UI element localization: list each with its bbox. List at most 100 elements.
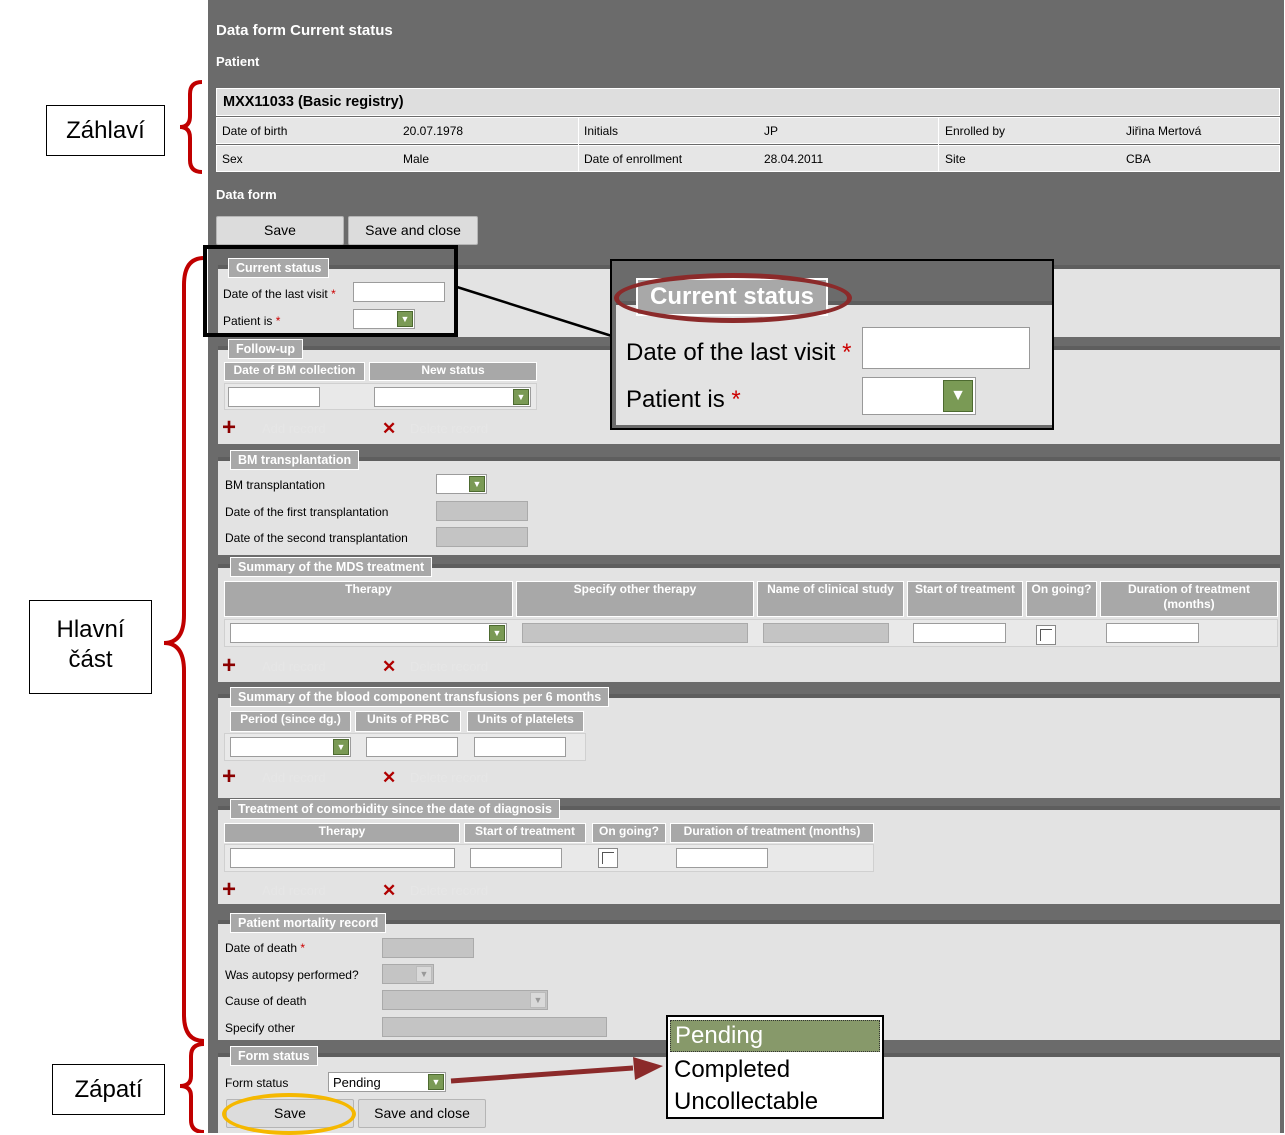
initials-value: JP (764, 124, 779, 138)
zoom-legend-ellipse (614, 273, 852, 323)
col-divider (938, 117, 939, 172)
form-status-select[interactable]: Pending ▼ (328, 1072, 446, 1092)
mortality-legend: Patient mortality record (230, 913, 387, 933)
prbc-units-input[interactable] (366, 737, 458, 757)
blood-legend: Summary of the blood component transfusi… (230, 687, 610, 707)
add-record-link[interactable]: Add record (262, 883, 326, 898)
chevron-down-icon: ▼ (469, 476, 485, 492)
first-transplant-date-input[interactable] (436, 501, 528, 521)
bm-transplantation-select[interactable]: ▼ (436, 474, 487, 494)
save-and-close-button[interactable]: Save and close (348, 216, 478, 245)
mds-specify-other-input[interactable] (522, 623, 748, 643)
date-of-death-label: Date of death * (225, 941, 306, 955)
mds-ongoing-checkbox[interactable] (1036, 625, 1056, 645)
mds-clinical-study-input[interactable] (763, 623, 889, 643)
bm-collection-date-input[interactable] (228, 387, 320, 407)
patient-title: MXX11033 (Basic registry) (223, 94, 404, 110)
bm-transplantation-label: BM transplantation (225, 478, 326, 492)
arrow-icon (450, 1057, 663, 1084)
new-status-select[interactable]: ▼ (374, 387, 531, 407)
add-icon[interactable]: + (222, 765, 236, 789)
option-completed[interactable]: Completed (674, 1055, 790, 1085)
enrollment-date-value: 28.04.2011 (764, 152, 824, 166)
annotation-header: Záhlaví (46, 105, 165, 156)
add-record-link[interactable]: Add record (262, 659, 326, 674)
mds-start-input[interactable] (913, 623, 1006, 643)
mds-col-duration: Duration of treatment (months) (1100, 581, 1278, 617)
second-transplant-date-input[interactable] (436, 527, 528, 547)
period-select[interactable]: ▼ (230, 737, 351, 757)
dob-value: 20.07.1978 (403, 124, 464, 138)
blood-col-platelets: Units of platelets (467, 711, 584, 732)
delete-record-link[interactable]: Delete record (410, 421, 488, 436)
main-brace (163, 256, 205, 1043)
platelet-units-input[interactable] (474, 737, 566, 757)
mds-duration-input[interactable] (1106, 623, 1199, 643)
comorb-col-start: Start of treatment (464, 823, 586, 843)
zoom-connector (456, 285, 616, 339)
patient-heading: Patient (216, 54, 260, 69)
delete-icon[interactable]: ✕ (382, 658, 396, 676)
followup-col-bm-date: Date of BM collection (224, 362, 365, 381)
chevron-down-icon: ▼ (333, 739, 349, 755)
zoom-last-visit-input (862, 327, 1030, 369)
save-button[interactable]: Save (216, 216, 344, 245)
initials-label: Initials (584, 124, 619, 138)
sex-label: Sex (222, 152, 243, 166)
option-pending[interactable]: Pending (670, 1020, 880, 1052)
chevron-down-icon: ▼ (428, 1074, 444, 1090)
date-of-death-input[interactable] (382, 938, 474, 958)
comorb-col-therapy: Therapy (224, 823, 460, 843)
patient-title-bar: MXX11033 (Basic registry) (216, 88, 1280, 116)
add-record-link[interactable]: Add record (262, 770, 326, 785)
followup-legend: Follow-up (228, 339, 304, 359)
footer-save-and-close-button[interactable]: Save and close (358, 1099, 486, 1128)
add-icon[interactable]: + (222, 654, 236, 678)
form-status-label: Form status (225, 1076, 289, 1090)
add-icon[interactable]: + (222, 416, 236, 440)
header-brace (179, 80, 203, 174)
comorb-duration-input[interactable] (676, 848, 768, 868)
patient-row-2 (216, 145, 1280, 172)
autopsy-select[interactable]: ▼ (382, 964, 434, 984)
form-status-value: Pending (333, 1075, 381, 1090)
delete-record-link[interactable]: Delete record (410, 770, 488, 785)
specify-other-input[interactable] (382, 1017, 607, 1037)
followup-col-new-status: New status (369, 362, 537, 381)
delete-icon[interactable]: ✕ (382, 882, 396, 900)
option-uncollectable[interactable]: Uncollectable (674, 1087, 818, 1117)
form-status-legend: Form status (230, 1046, 318, 1066)
delete-icon[interactable]: ✕ (382, 420, 396, 438)
dob-label: Date of birth (222, 124, 288, 138)
comorb-ongoing-checkbox[interactable] (598, 848, 618, 868)
mds-col-ongoing: On going? (1026, 581, 1097, 617)
first-transplant-date-label: Date of the first transplantation (225, 505, 389, 519)
delete-record-link[interactable]: Delete record (410, 659, 488, 674)
add-record-link[interactable]: Add record (262, 421, 326, 436)
comorb-therapy-input[interactable] (230, 848, 455, 868)
annotation-footer: Zápatí (52, 1064, 165, 1115)
delete-icon[interactable]: ✕ (382, 769, 396, 787)
mds-therapy-select[interactable]: ▼ (230, 623, 507, 643)
mds-col-specify-other: Specify other therapy (516, 581, 754, 617)
comorb-start-input[interactable] (470, 848, 562, 868)
annotation-main: Hlavní část (29, 600, 152, 694)
annotation-main-line1: Hlavní (56, 616, 125, 643)
zoom-last-visit-label: Date of the last visit * (626, 339, 852, 366)
chevron-down-icon: ▼ (943, 380, 973, 412)
mds-col-start: Start of treatment (907, 581, 1023, 617)
chevron-down-icon: ▼ (530, 992, 546, 1008)
comorb-col-duration: Duration of treatment (months) (670, 823, 874, 843)
specify-other-label: Specify other (225, 1021, 296, 1035)
data-form-heading: Data form (216, 187, 277, 202)
col-divider (578, 117, 579, 172)
annotation-main-line2: část (68, 646, 113, 673)
add-icon[interactable]: + (222, 878, 236, 902)
enrolled-by-label: Enrolled by (945, 124, 1006, 138)
delete-record-link[interactable]: Delete record (410, 883, 488, 898)
cause-of-death-select[interactable]: ▼ (382, 990, 548, 1010)
chevron-down-icon: ▼ (489, 625, 505, 641)
mds-legend: Summary of the MDS treatment (230, 557, 433, 577)
chevron-down-icon: ▼ (513, 389, 529, 405)
save-highlight-ellipse (222, 1093, 356, 1135)
